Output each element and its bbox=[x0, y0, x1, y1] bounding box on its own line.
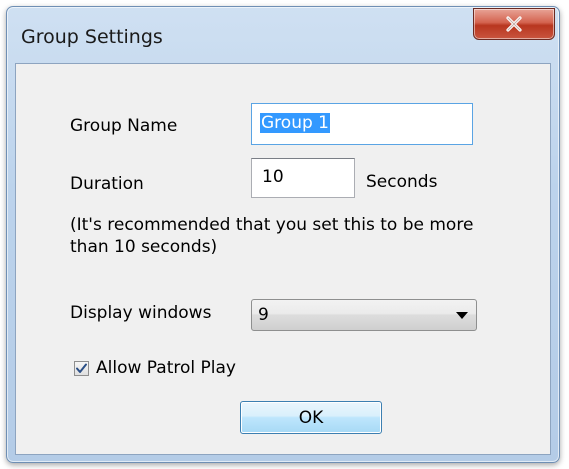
allow-patrol-checkbox[interactable] bbox=[74, 361, 89, 376]
allow-patrol-label[interactable]: Allow Patrol Play bbox=[96, 358, 236, 378]
close-button[interactable] bbox=[473, 8, 555, 40]
duration-label: Duration bbox=[70, 174, 144, 194]
group-settings-dialog: Group Settings Group Name Group 1 Durati… bbox=[6, 6, 560, 463]
close-icon bbox=[506, 16, 522, 32]
duration-unit-label: Seconds bbox=[366, 172, 438, 192]
display-windows-select[interactable]: 9 bbox=[251, 299, 477, 331]
chevron-down-icon bbox=[456, 312, 468, 319]
recommendation-line-1: (It's recommended that you set this to b… bbox=[70, 215, 474, 235]
recommendation-line-2: than 10 seconds) bbox=[70, 237, 218, 257]
ok-button[interactable]: OK bbox=[240, 401, 382, 434]
window-title: Group Settings bbox=[21, 26, 163, 48]
duration-input[interactable]: 10 bbox=[251, 158, 355, 198]
checkmark-icon bbox=[76, 363, 87, 373]
dialog-content: Group Name Group 1 Duration 10 Seconds (… bbox=[15, 63, 551, 455]
group-name-label: Group Name bbox=[70, 116, 178, 136]
group-name-input[interactable]: Group 1 bbox=[251, 103, 473, 145]
display-windows-value: 9 bbox=[258, 305, 269, 325]
recommendation-text: (It's recommended that you set this to b… bbox=[70, 214, 473, 258]
group-name-value: Group 1 bbox=[260, 113, 330, 133]
display-windows-label: Display windows bbox=[70, 303, 212, 323]
